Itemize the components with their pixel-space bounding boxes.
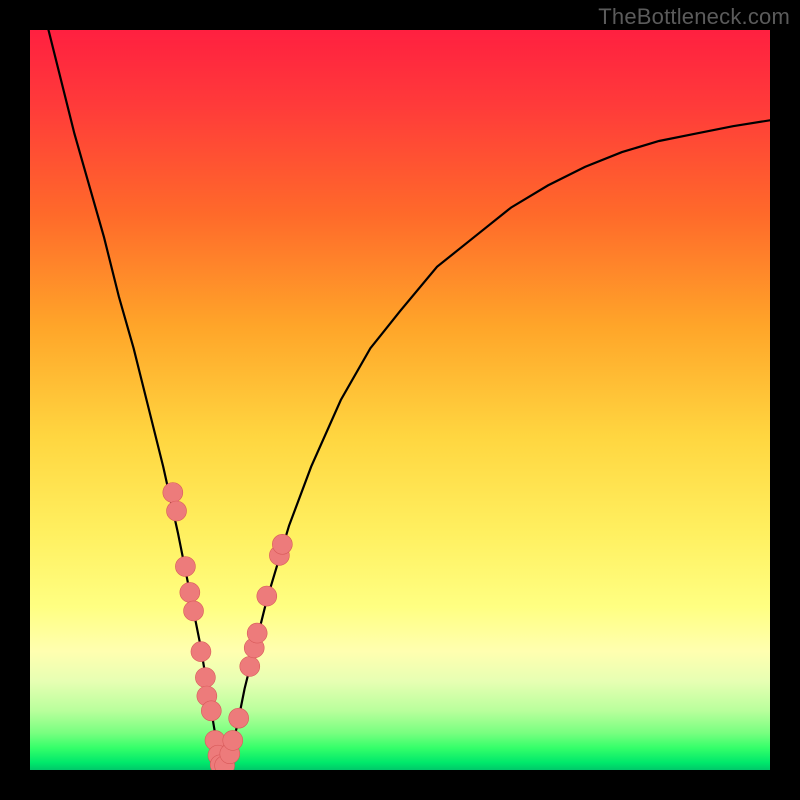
data-marker: [247, 623, 267, 643]
data-marker: [163, 483, 183, 503]
chart-svg: [30, 30, 770, 770]
data-marker: [223, 730, 243, 750]
data-marker: [257, 586, 277, 606]
watermark-text: TheBottleneck.com: [598, 4, 790, 30]
data-marker: [175, 557, 195, 577]
chart-frame: TheBottleneck.com: [0, 0, 800, 800]
data-marker: [201, 701, 221, 721]
data-marker: [272, 534, 292, 554]
data-marker: [184, 601, 204, 621]
chart-plot-area: [30, 30, 770, 770]
marker-group: [163, 483, 292, 770]
bottleneck-curve: [30, 30, 770, 766]
data-marker: [167, 501, 187, 521]
data-marker: [229, 708, 249, 728]
data-marker: [240, 656, 260, 676]
data-marker: [180, 582, 200, 602]
data-marker: [191, 642, 211, 662]
data-marker: [195, 668, 215, 688]
